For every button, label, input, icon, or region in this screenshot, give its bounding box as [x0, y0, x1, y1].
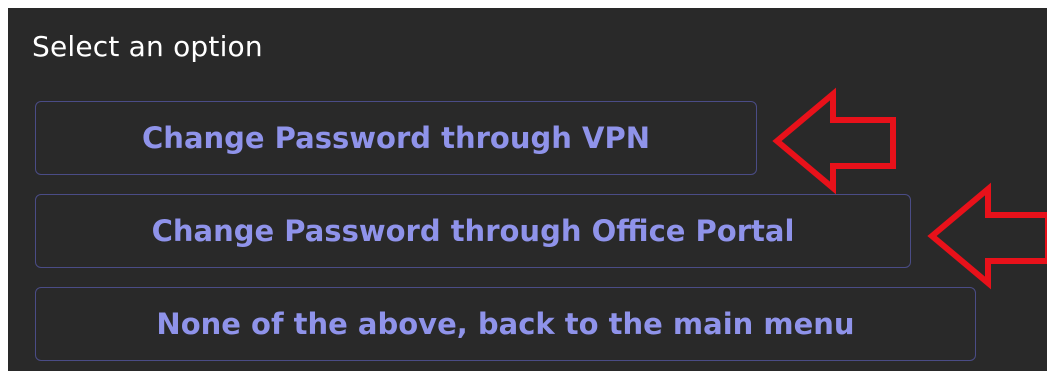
left-arrow-outline-icon: [927, 182, 1047, 290]
option-card: Select an option Change Password through…: [8, 8, 1047, 371]
change-password-office-portal-button[interactable]: Change Password through Office Portal: [35, 194, 911, 268]
change-password-vpn-button[interactable]: Change Password through VPN: [35, 101, 757, 175]
prompt-text: Select an option: [32, 30, 263, 63]
back-to-main-menu-button[interactable]: None of the above, back to the main menu: [35, 287, 976, 361]
left-arrow-outline-icon: [772, 87, 896, 195]
